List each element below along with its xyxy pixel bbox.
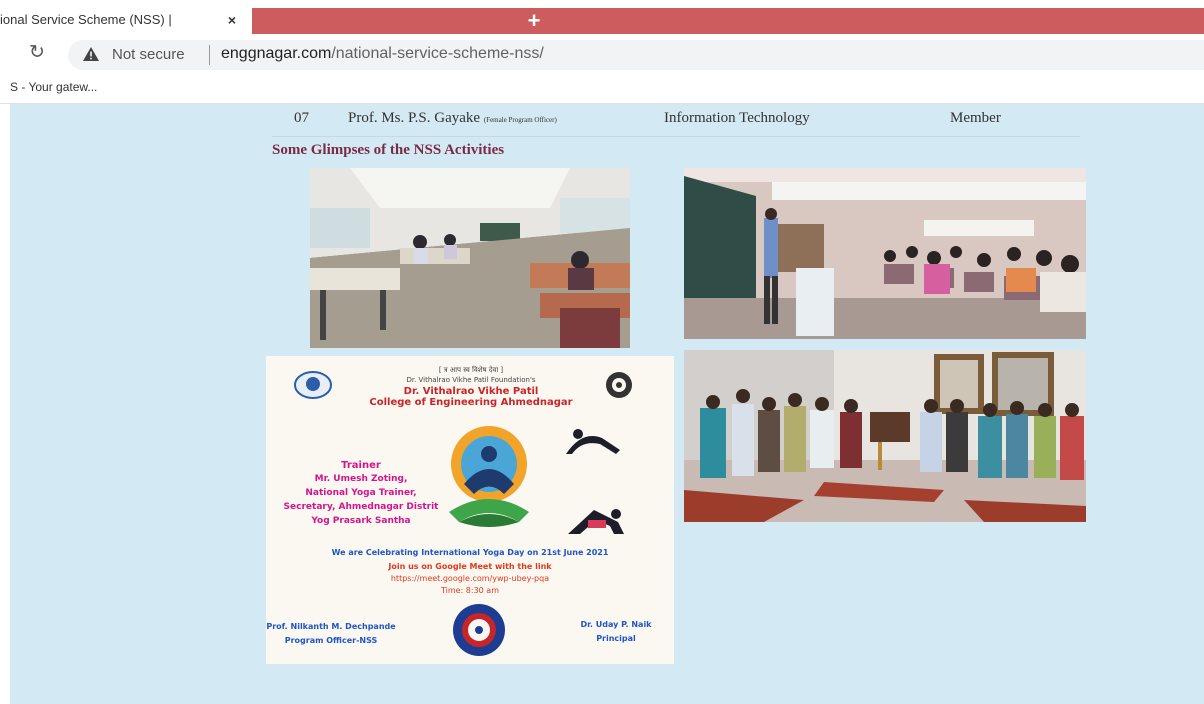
trainer-line: Secretary, Ahmednagar Distrit [283, 502, 439, 512]
celebration-text: We are Celebrating International Yoga Da… [331, 548, 609, 557]
address-bar[interactable]: Not secure enggnagar.com/national-servic… [68, 40, 1204, 70]
page-content: 07 Prof. Ms. P.S. Gayake (Female Program… [10, 104, 1204, 704]
section-title: Some Glimpses of the NSS Activities [272, 142, 505, 158]
program-officer-title: Program Officer-NSS [284, 636, 378, 645]
yoga-day-logo [449, 426, 529, 527]
reload-icon[interactable]: ↻ [26, 42, 48, 64]
member-note: (Female Program Officer) [483, 116, 557, 124]
browser-toolbar: ↻ Not secure enggnagar.com/national-serv… [0, 38, 1204, 72]
plus-icon[interactable]: + [520, 8, 548, 34]
security-label[interactable]: Not secure [112, 46, 185, 63]
table-cell-department: Information Technology [664, 110, 810, 126]
tab-title: ional Service Scheme (NSS) | [0, 12, 172, 27]
meet-link[interactable]: https://meet.google.com/ywp-ubey-pqa [266, 574, 674, 583]
principal-name: Dr. Uday P. Naik [580, 620, 652, 629]
trainer-line: National Yoga Trainer, [305, 488, 417, 498]
tab-strip: ional Service Scheme (NSS) | × + [0, 0, 1204, 38]
bookmark-item[interactable]: S - Your gatew... [10, 80, 97, 94]
browser-tab[interactable]: ional Service Scheme (NSS) | × [0, 5, 252, 35]
yoga-pose-icon [568, 509, 624, 534]
table-cell-sr: 07 [294, 110, 309, 126]
trainer-line: Yog Prasark Santha [311, 516, 411, 526]
member-name: Prof. Ms. P.S. Gayake [348, 110, 481, 126]
omnibox-divider [209, 45, 210, 65]
url-domain: enggnagar.com [221, 45, 332, 62]
bookmarks-bar: S - Your gatew... [0, 72, 1204, 104]
tab-bar-background: + [252, 8, 1204, 34]
trainer-line: Mr. Umesh Zoting, [314, 474, 408, 484]
nss-emblem [453, 604, 505, 656]
url-path: /national-service-scheme-nss/ [331, 45, 544, 62]
yoga-day-poster[interactable]: [ त्र आप स्व विशेष देवा ] Dr. Vithalrao … [266, 356, 674, 664]
program-officer-name: Prof. Nilkanth M. Dechpande [266, 622, 396, 631]
poster-college-subtitle: College of Engineering Ahmednagar [369, 397, 573, 408]
join-text: Join us on Google Meet with the link [388, 562, 552, 571]
poster-foundation: Dr. Vithalrao Vikhe Patil Foundation's [406, 376, 536, 384]
activity-photo-lecture[interactable] [684, 168, 1086, 339]
close-icon[interactable]: × [222, 10, 242, 30]
table-row-divider [272, 136, 1080, 137]
activity-photo-classroom-exam[interactable] [310, 168, 630, 348]
url-text[interactable]: enggnagar.com/national-service-scheme-ns… [221, 45, 544, 63]
yoga-pose-icon [566, 429, 620, 454]
table-cell-name: Prof. Ms. P.S. Gayake (Female Program Of… [348, 110, 557, 127]
principal-title: Principal [596, 634, 636, 643]
foundation-logo [294, 371, 332, 399]
activity-photo-group[interactable] [684, 350, 1086, 522]
time-text: Time: 8:30 am [440, 586, 500, 595]
college-gear-logo [606, 372, 632, 398]
table-cell-role: Member [950, 110, 1001, 126]
poster-top-line: [ त्र आप स्व विशेष देवा ] [438, 366, 504, 374]
poster-college-name: Dr. Vithalrao Vikhe Patil [403, 386, 539, 397]
warning-triangle-icon[interactable] [82, 46, 100, 62]
trainer-heading: Trainer [341, 460, 381, 471]
